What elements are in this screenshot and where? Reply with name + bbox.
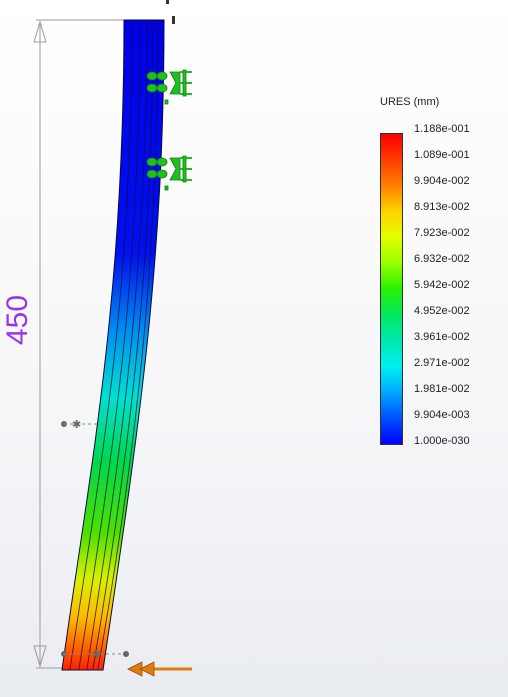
top-face-marks xyxy=(166,0,175,24)
legend-label: 5.942e-002 xyxy=(414,279,470,291)
legend-label: 4.952e-002 xyxy=(414,305,470,317)
legend-label: 1.089e-001 xyxy=(414,149,470,161)
legend-label: 2.971e-002 xyxy=(414,357,470,369)
legend-label: 1.000e-030 xyxy=(414,435,470,447)
deformed-beam[interactable] xyxy=(61,19,165,671)
svg-text:✱: ✱ xyxy=(92,648,101,661)
legend-label: 9.904e-003 xyxy=(414,409,470,421)
dimension-value[interactable]: 450 xyxy=(1,295,35,345)
force-arrow-icon[interactable] xyxy=(127,661,192,677)
legend-title: URES (mm) xyxy=(380,96,440,108)
legend-label: 7.923e-002 xyxy=(414,227,470,239)
legend-label: 3.961e-002 xyxy=(414,331,470,343)
svg-text:✱: ✱ xyxy=(72,418,81,431)
legend-label: 8.913e-002 xyxy=(414,201,470,213)
legend-color-bar xyxy=(380,133,403,445)
legend-label: 1.981e-002 xyxy=(414,383,470,395)
legend-label: 9.904e-002 xyxy=(414,175,470,187)
legend-label: 1.188e-001 xyxy=(414,123,470,135)
legend-label: 6.932e-002 xyxy=(414,253,470,265)
